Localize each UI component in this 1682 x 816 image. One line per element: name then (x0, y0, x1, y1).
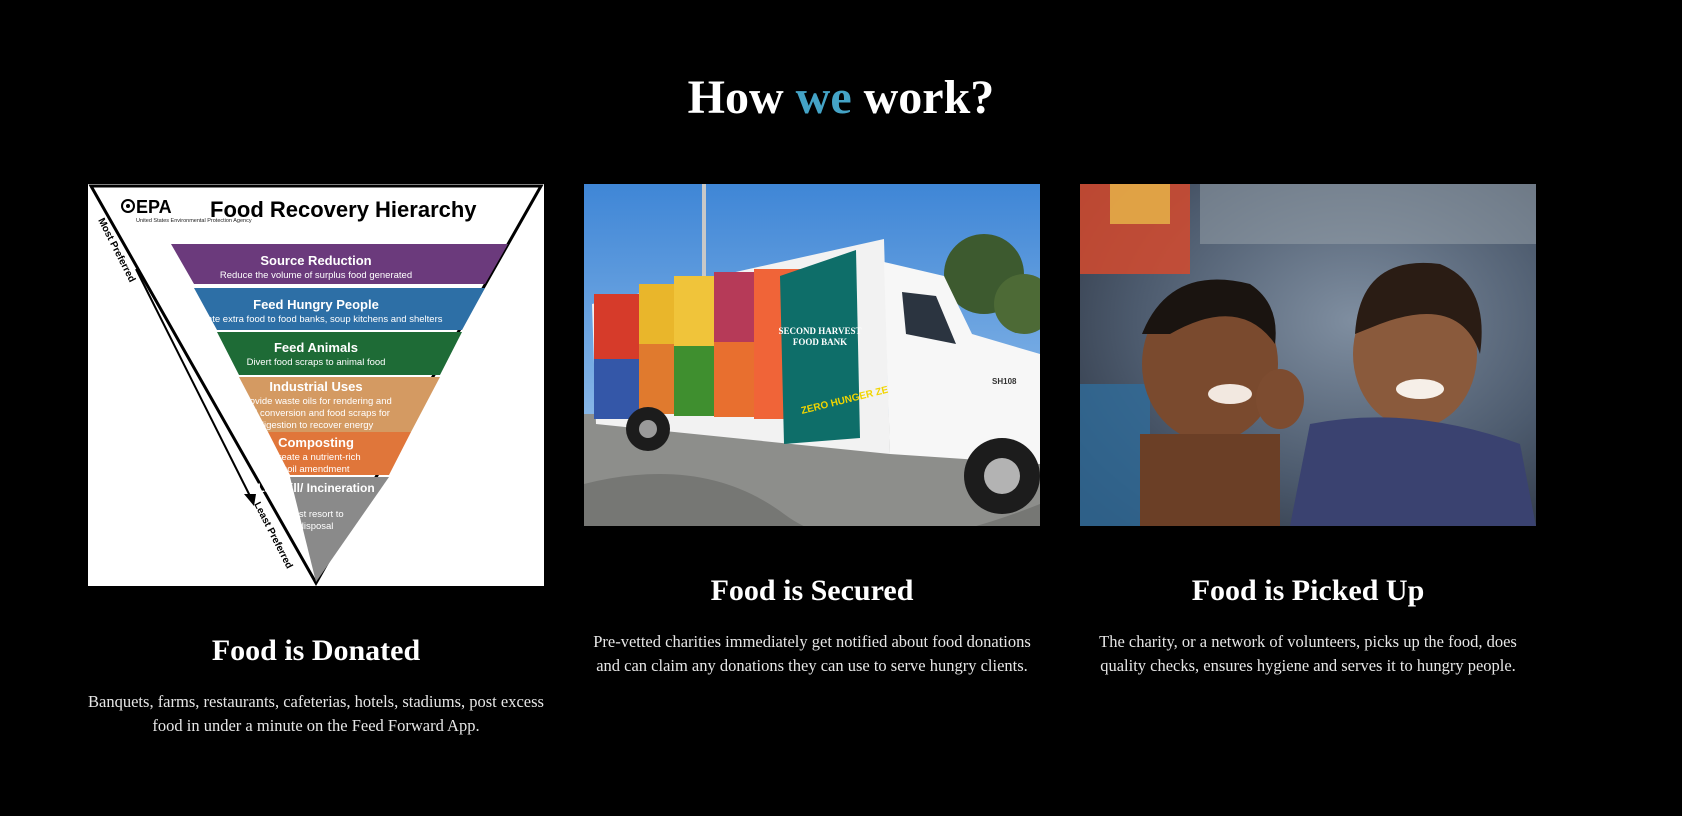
tier-label: Feed Hungry People (253, 297, 379, 312)
tier-label: Feed Animals (274, 340, 358, 355)
epa-hierarchy-image: EPA United States Environmental Protecti… (88, 184, 544, 586)
tier-description: soil amendment (282, 464, 349, 475)
card-title: Food is Picked Up (1191, 574, 1425, 607)
tier-label: Landfill/ Incineration (257, 481, 374, 495)
heading-text-work: work? (863, 71, 995, 124)
card-food-secured: SECOND HARVEST FOOD BANK ZERO HUNGER ZER… (584, 184, 1040, 684)
epa-logo-text: EPA (136, 197, 172, 217)
tier-description: digestion to recover energy (259, 420, 374, 431)
tier-label: Composting (278, 435, 354, 450)
truck-logo-line1: SECOND HARVEST (779, 326, 862, 336)
truck-logo-line2: FOOD BANK (793, 337, 847, 347)
tier-label: Source Reduction (260, 253, 371, 268)
tier-description: Create a nutrient-rich (271, 452, 360, 463)
tier-description: Last resort to (288, 509, 343, 520)
card-food-donated: EPA United States Environmental Protecti… (88, 184, 544, 744)
tier-description: disposal (299, 521, 334, 532)
children-photo-image (1080, 184, 1536, 526)
tier-description: fuel conversion and food scraps for (242, 408, 390, 419)
truck-number: SH108 (992, 377, 1017, 386)
card-title: Food is Secured (710, 574, 914, 607)
tier-label: Industrial Uses (269, 379, 362, 394)
card-title: Food is Donated (211, 634, 421, 667)
card-description: Pre-vetted charities immediately get not… (593, 632, 1031, 675)
hierarchy-title: Food Recovery Hierarchy (210, 197, 477, 222)
card-food-picked-up: Food is Picked Up The charity, or a netw… (1080, 184, 1536, 684)
food-bank-truck-image: SECOND HARVEST FOOD BANK ZERO HUNGER ZER… (584, 184, 1040, 526)
tier-description: Divert food scraps to animal food (247, 357, 386, 368)
tier-description: Provide waste oils for rendering and (240, 396, 392, 407)
heading-text-how: How (687, 71, 784, 124)
tier-description: Donate extra food to food banks, soup ki… (190, 314, 443, 325)
heading-text-we: we (795, 71, 852, 124)
section-heading: How we work? (0, 70, 1682, 125)
tier-description: Reduce the volume of surplus food genera… (220, 270, 412, 281)
card-description: Banquets, farms, restaurants, cafeterias… (88, 692, 544, 735)
card-description: The charity, or a network of volunteers,… (1099, 632, 1517, 675)
